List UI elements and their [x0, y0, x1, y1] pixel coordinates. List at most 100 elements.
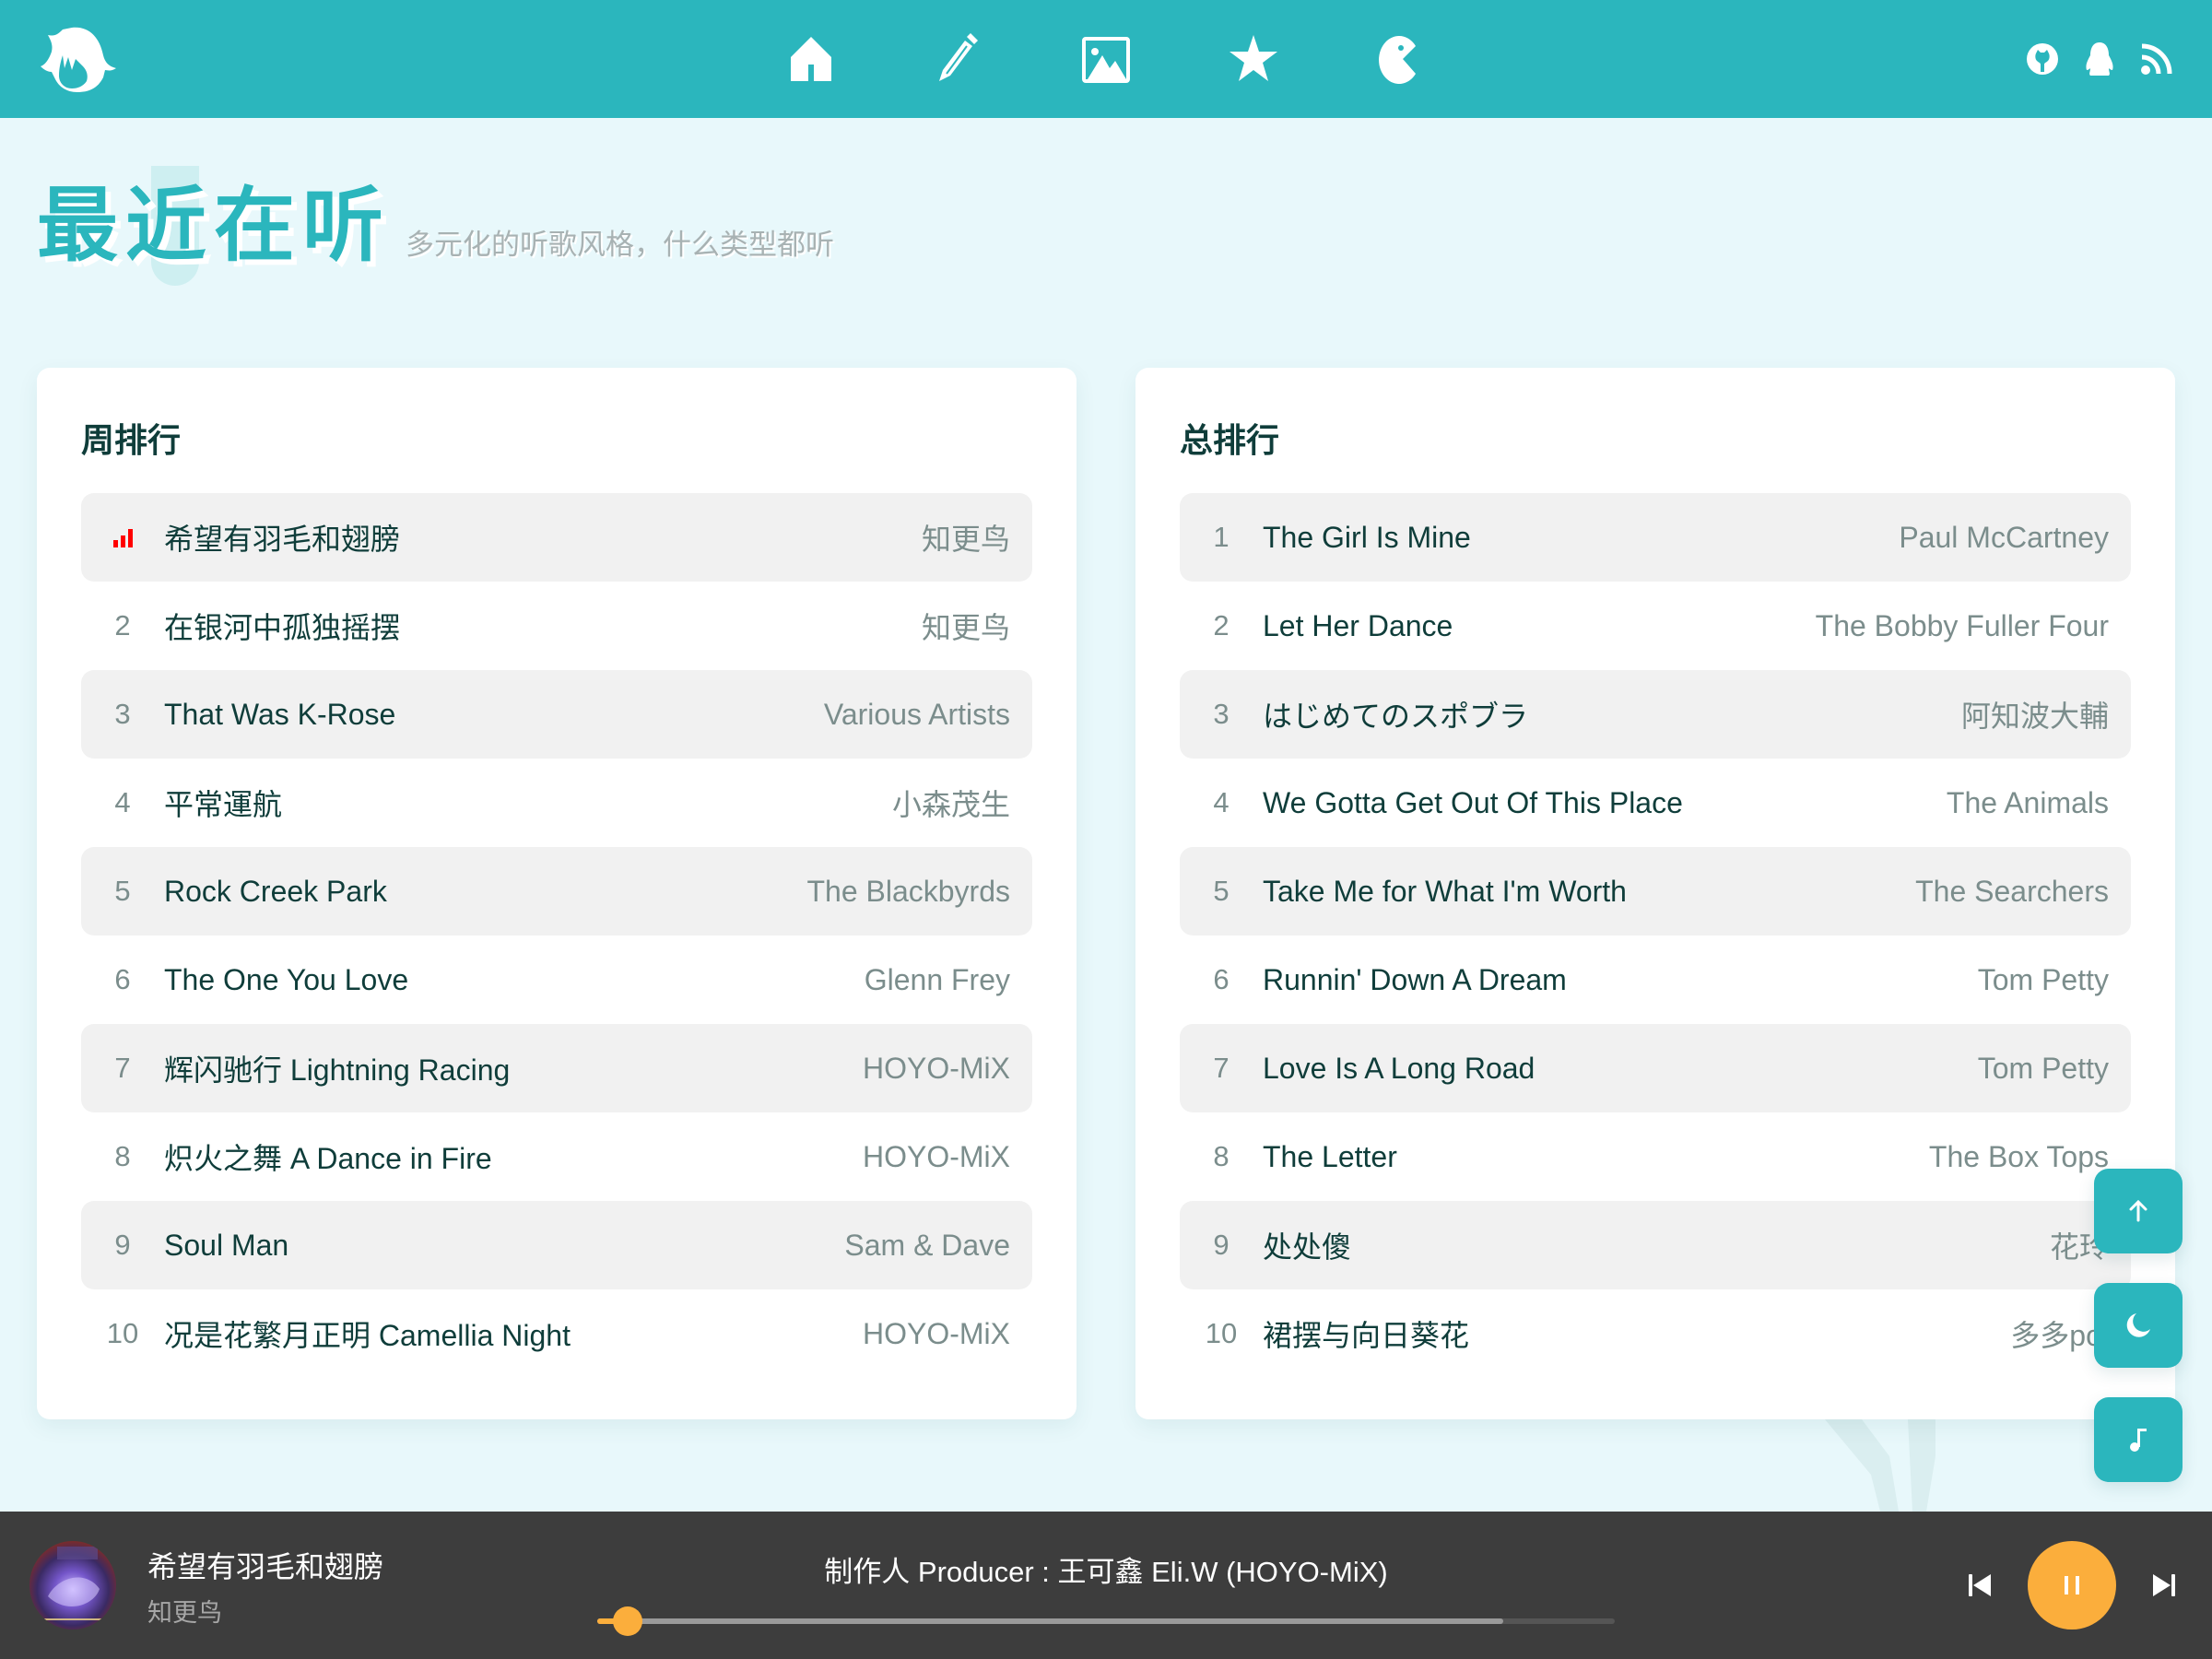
song-artist: The Searchers: [1915, 874, 2109, 908]
lyric-line: 制作人 Producer : 王可鑫 Eli.W (HOYO-MiX): [824, 1556, 1388, 1588]
rank-number: 10: [106, 1317, 139, 1349]
arrow-up-icon: [2129, 1199, 2147, 1222]
background-illustration: [1825, 1419, 1936, 1512]
song-row[interactable]: 7 Love Is A Long Road Tom Petty: [1180, 1024, 2131, 1112]
weekly-ranking-title: 周排行: [81, 421, 182, 459]
next-track-button[interactable]: [2147, 1569, 2181, 1602]
song-title: 处处傻: [1263, 1230, 1352, 1264]
rank-number: 2: [114, 609, 131, 641]
alltime-ranking-card: 总排行 1 The Girl Is Mine Paul McCartney 2 Let …: [1135, 368, 2175, 1419]
song-row[interactable]: 2 在银河中孤独摇摆 知更鸟: [81, 582, 1032, 670]
song-row[interactable]: 5 Rock Creek Park The Blackbyrds: [81, 847, 1032, 935]
equalizer-bar: [120, 535, 125, 547]
rss-icon[interactable]: [2138, 41, 2175, 77]
rank-number: 6: [1213, 963, 1230, 995]
back-to-top-button[interactable]: [2094, 1169, 2183, 1253]
song-title: Take Me for What I'm Worth: [1263, 874, 1627, 908]
song-title: はじめてのスポブラ: [1263, 700, 1529, 733]
song-row[interactable]: 希望有羽毛和翅膀 知更鸟: [81, 493, 1032, 582]
song-row[interactable]: 9 处处傻 花玲: [1180, 1201, 2131, 1289]
music-player-bar: 希望有羽毛和翅膀 知更鸟 制作人 Producer : 王可鑫 Eli.W (H…: [0, 1512, 2212, 1659]
rank-number: 5: [114, 875, 131, 907]
weekly-ranking-list: 希望有羽毛和翅膀 知更鸟 2 在银河中孤独摇摆 知更鸟 3 That Was K-Rose V…: [81, 493, 1032, 1378]
rank-number: 4: [114, 786, 131, 818]
song-row[interactable]: 10 裙摆与向日葵花 多多poi: [1180, 1289, 2131, 1378]
avatar-logo-icon[interactable]: [35, 24, 124, 94]
song-title: Runnin' Down A Dream: [1263, 962, 1567, 996]
alltime-ranking-title: 总排行: [1180, 421, 1280, 459]
music-button[interactable]: [2094, 1397, 2183, 1482]
song-row[interactable]: 7 辉闪驰行 Lightning Racing HOYO-MiX: [81, 1024, 1032, 1112]
song-title: The Letter: [1263, 1139, 1397, 1173]
song-row[interactable]: 5 Take Me for What I'm Worth The Searchers: [1180, 847, 2131, 935]
song-row[interactable]: 3 That Was K-Rose Various Artists: [81, 670, 1032, 759]
rank-number: 3: [1213, 698, 1230, 730]
song-row[interactable]: 8 炽火之舞 A Dance in Fire HOYO-MiX: [81, 1112, 1032, 1201]
previous-track-button[interactable]: [1963, 1569, 1996, 1602]
song-title: That Was K-Rose: [164, 697, 396, 731]
page-title: 最近在听: [37, 178, 392, 273]
rank-number: 9: [1213, 1229, 1230, 1261]
rank-number: 7: [1213, 1052, 1230, 1084]
song-artist: Paul McCartney: [1899, 520, 2109, 554]
song-title: Soul Man: [164, 1228, 289, 1262]
home-icon[interactable]: [785, 33, 837, 85]
page-heading: 最近在听 多元化的听歌风格，什么类型都听: [37, 166, 834, 286]
rank-number: 8: [1213, 1140, 1230, 1172]
song-title: 希望有羽毛和翅膀: [164, 523, 401, 556]
song-artist: HOYO-MiX: [863, 1051, 1010, 1085]
dark-mode-button[interactable]: [2094, 1283, 2183, 1368]
song-artist: 知更鸟: [921, 611, 1010, 644]
song-row[interactable]: 4 平常運航 小森茂生: [81, 759, 1032, 847]
now-playing-artist: 知更鸟: [147, 1599, 222, 1627]
rank-number: 2: [1213, 609, 1230, 641]
song-artist: The Blackbyrds: [806, 874, 1010, 908]
moon-icon: [2126, 1313, 2150, 1337]
album-cover[interactable]: [29, 1541, 116, 1630]
song-row[interactable]: 6 The One You Love Glenn Frey: [81, 935, 1032, 1024]
top-navbar: [0, 0, 2212, 118]
star-icon[interactable]: [1228, 33, 1279, 85]
song-artist: Tom Petty: [1977, 962, 2109, 996]
page-subtitle: 多元化的听歌风格，什么类型都听: [406, 229, 834, 261]
song-title: 在银河中孤独摇摆: [164, 611, 401, 644]
song-row[interactable]: 6 Runnin' Down A Dream Tom Petty: [1180, 935, 2131, 1024]
rank-number: 8: [114, 1140, 131, 1172]
song-row[interactable]: 1 The Girl Is Mine Paul McCartney: [1180, 493, 2131, 582]
image-icon[interactable]: [1080, 33, 1132, 85]
song-title: 炽火之舞 A Dance in Fire: [164, 1142, 492, 1175]
progress-buffered: [597, 1618, 1503, 1624]
song-row[interactable]: 2 Let Her Dance The Bobby Fuller Four: [1180, 582, 2131, 670]
github-icon[interactable]: [2024, 41, 2061, 77]
pencil-icon[interactable]: [934, 33, 985, 85]
pacman-icon[interactable]: [1375, 33, 1427, 85]
song-row[interactable]: 8 The Letter The Box Tops: [1180, 1112, 2131, 1201]
song-row[interactable]: 3 はじめてのスポブラ 阿知波大輔: [1180, 670, 2131, 759]
progress-bar[interactable]: [597, 1606, 1615, 1636]
equalizer-bar: [112, 540, 118, 547]
song-row[interactable]: 10 况是花繁月正明 Camellia Night HOYO-MiX: [81, 1289, 1032, 1378]
pause-icon: [2065, 1576, 2079, 1594]
play-pause-button[interactable]: [2028, 1541, 2116, 1630]
song-row[interactable]: 9 Soul Man Sam & Dave: [81, 1201, 1032, 1289]
now-playing-indicator: [81, 527, 164, 547]
song-title: Let Her Dance: [1263, 608, 1453, 642]
song-title: Rock Creek Park: [164, 874, 387, 908]
song-artist: The Animals: [1946, 785, 2109, 819]
song-title: 裙摆与向日葵花: [1263, 1319, 1470, 1352]
song-title: 况是花繁月正明 Camellia Night: [164, 1319, 571, 1352]
equalizer-bar: [127, 529, 133, 547]
song-artist: The Box Tops: [1928, 1139, 2109, 1173]
rank-number: 5: [1213, 875, 1230, 907]
rank-number: 7: [114, 1052, 131, 1084]
rank-number: 1: [1213, 521, 1230, 553]
song-row[interactable]: 4 We Gotta Get Out Of This Place The Anima…: [1180, 759, 2131, 847]
song-title: We Gotta Get Out Of This Place: [1263, 785, 1683, 819]
progress-handle[interactable]: [613, 1606, 643, 1636]
qq-penguin-icon[interactable]: [2081, 41, 2118, 77]
song-artist: 阿知波大輔: [1960, 700, 2109, 733]
rank-number: 3: [114, 698, 131, 730]
rank-number: 4: [1213, 786, 1230, 818]
equalizer-bars-icon: [112, 527, 133, 547]
song-artist: Sam & Dave: [844, 1228, 1010, 1262]
